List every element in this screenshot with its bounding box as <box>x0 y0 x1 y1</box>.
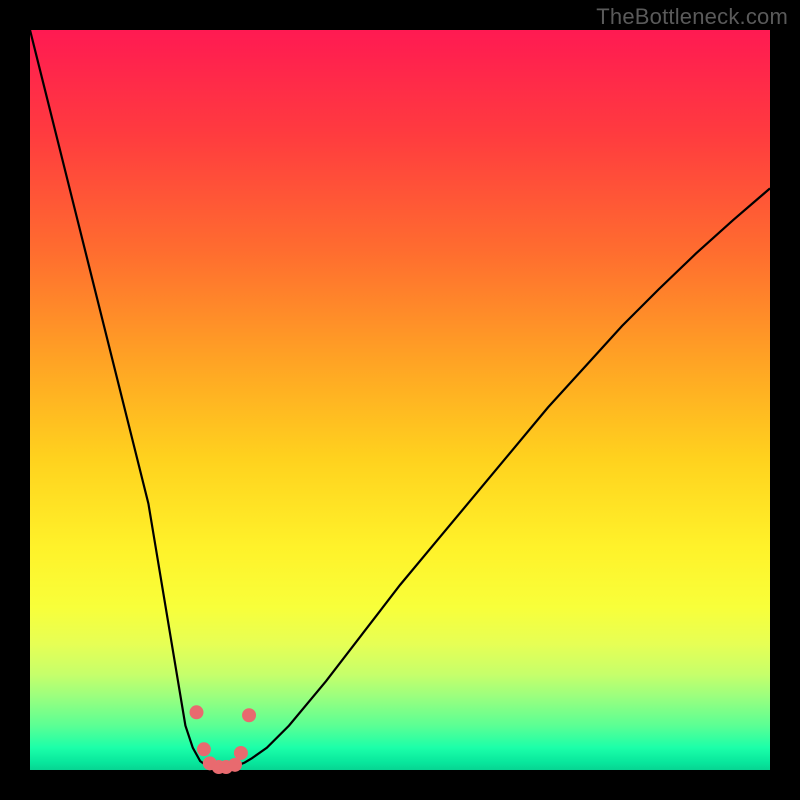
trough-marker <box>234 746 248 760</box>
plot-area <box>30 30 770 770</box>
trough-markers <box>190 705 257 774</box>
trough-marker <box>228 758 242 772</box>
trough-marker <box>242 708 256 722</box>
trough-marker <box>197 742 211 756</box>
bottleneck-curve <box>30 30 770 768</box>
chart-frame: TheBottleneck.com <box>0 0 800 800</box>
trough-marker <box>190 705 204 719</box>
watermark-label: TheBottleneck.com <box>596 4 788 30</box>
curve-svg <box>30 30 770 770</box>
